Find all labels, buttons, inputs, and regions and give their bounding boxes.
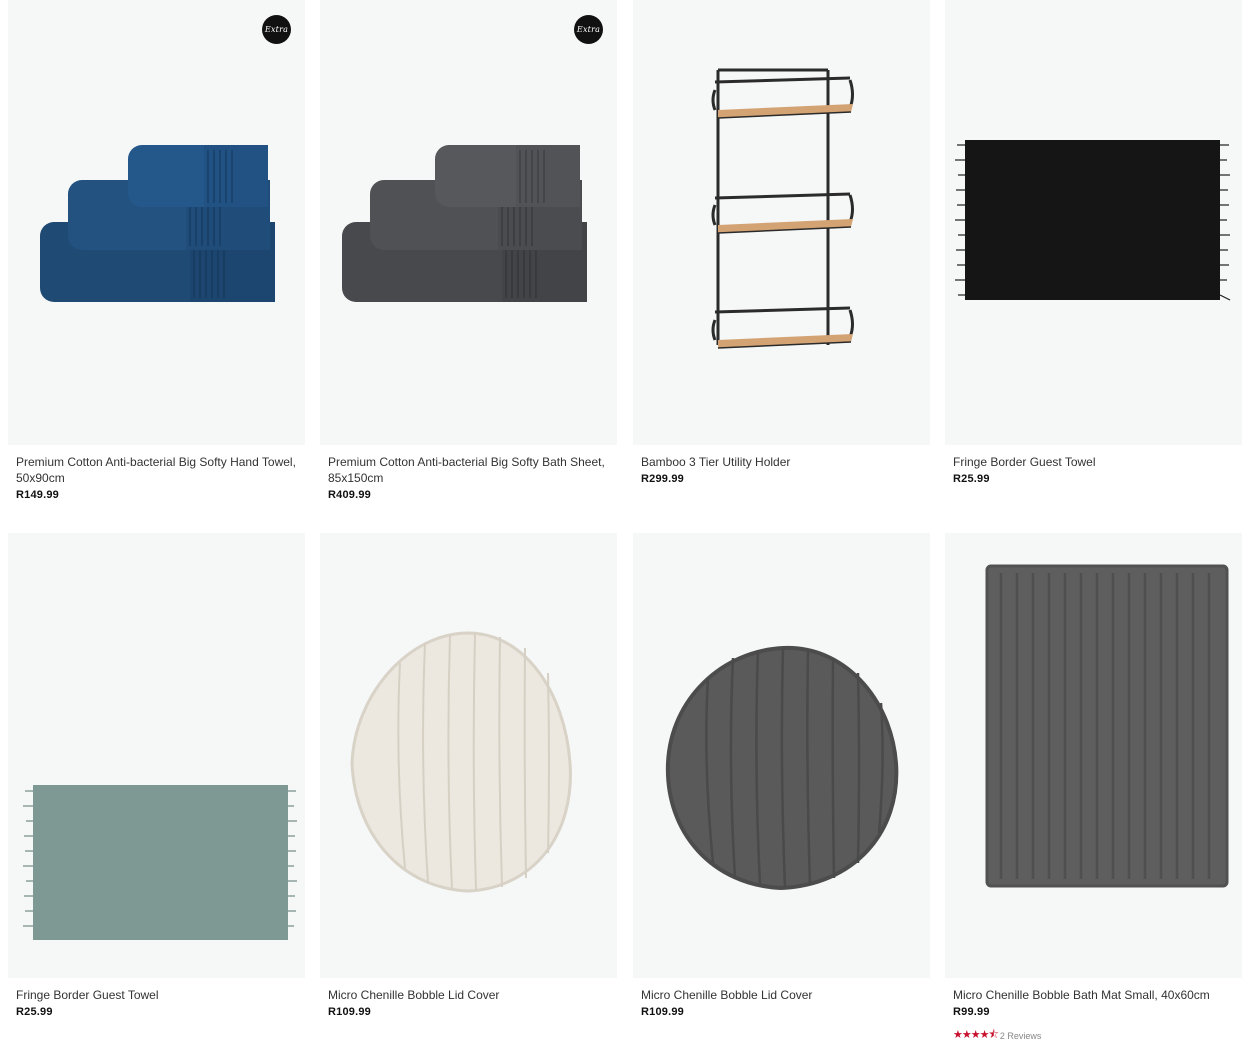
- product-card[interactable]: Micro Chenille Bobble Lid Cover R109.99: [633, 533, 930, 1018]
- product-price: R109.99: [641, 1006, 684, 1018]
- star-rating-icon: ★★★★⯪: [953, 1029, 999, 1041]
- grey-lid-cover-image: [665, 645, 899, 891]
- product-card[interactable]: Bamboo 3 Tier Utility Holder R299.99: [633, 0, 930, 485]
- product-title[interactable]: Micro Chenille Bobble Lid Cover: [641, 987, 922, 1003]
- product-title[interactable]: Premium Cotton Anti-bacterial Big Softy …: [328, 454, 609, 486]
- product-rating[interactable]: ★★★★⯪ 2 Reviews: [953, 1026, 1234, 1045]
- product-image[interactable]: [320, 533, 617, 978]
- extra-badge: Extra: [574, 15, 603, 44]
- product-card[interactable]: Extra Premium Cotton Anti-bacterial Big …: [8, 0, 305, 501]
- black-fringe-towel-image: [955, 140, 1231, 301]
- product-image[interactable]: [8, 533, 305, 978]
- reviews-count[interactable]: 2 Reviews: [1000, 1031, 1042, 1041]
- product-image[interactable]: [633, 0, 930, 445]
- product-card[interactable]: Fringe Border Guest Towel R25.99: [8, 533, 305, 1018]
- product-card[interactable]: Micro Chenille Bobble Bath Mat Small, 40…: [945, 533, 1242, 1045]
- product-title[interactable]: Micro Chenille Bobble Bath Mat Small, 40…: [953, 987, 1234, 1003]
- product-price: R25.99: [953, 473, 990, 485]
- product-image[interactable]: [945, 533, 1242, 978]
- product-price: R149.99: [16, 489, 59, 501]
- product-price: R109.99: [328, 1006, 371, 1018]
- product-title[interactable]: Fringe Border Guest Towel: [953, 454, 1234, 470]
- product-price: R25.99: [16, 1006, 53, 1018]
- product-card[interactable]: Extra Premium Cotton Anti-bacterial Big …: [320, 0, 617, 501]
- extra-badge: Extra: [262, 15, 291, 44]
- product-title[interactable]: Micro Chenille Bobble Lid Cover: [328, 987, 609, 1003]
- cream-lid-cover-image: [350, 631, 572, 893]
- product-card[interactable]: Micro Chenille Bobble Lid Cover R109.99: [320, 533, 617, 1018]
- navy-towel-stack-image: [40, 145, 275, 302]
- product-price: R299.99: [641, 473, 684, 485]
- sage-fringe-towel-image: [23, 785, 297, 940]
- product-image[interactable]: [633, 533, 930, 978]
- product-image[interactable]: Extra: [8, 0, 305, 445]
- product-price: R99.99: [953, 1006, 990, 1018]
- grey-bath-mat-image: [985, 564, 1229, 888]
- product-card[interactable]: Fringe Border Guest Towel R25.99: [945, 0, 1242, 485]
- product-title[interactable]: Fringe Border Guest Towel: [16, 987, 297, 1003]
- charcoal-towel-stack-image: [342, 145, 587, 302]
- product-title[interactable]: Bamboo 3 Tier Utility Holder: [641, 454, 922, 470]
- bamboo-shelf-image: [711, 68, 854, 349]
- product-price: R409.99: [328, 489, 371, 501]
- product-image[interactable]: [945, 0, 1242, 445]
- product-title[interactable]: Premium Cotton Anti-bacterial Big Softy …: [16, 454, 297, 486]
- product-image[interactable]: Extra: [320, 0, 617, 445]
